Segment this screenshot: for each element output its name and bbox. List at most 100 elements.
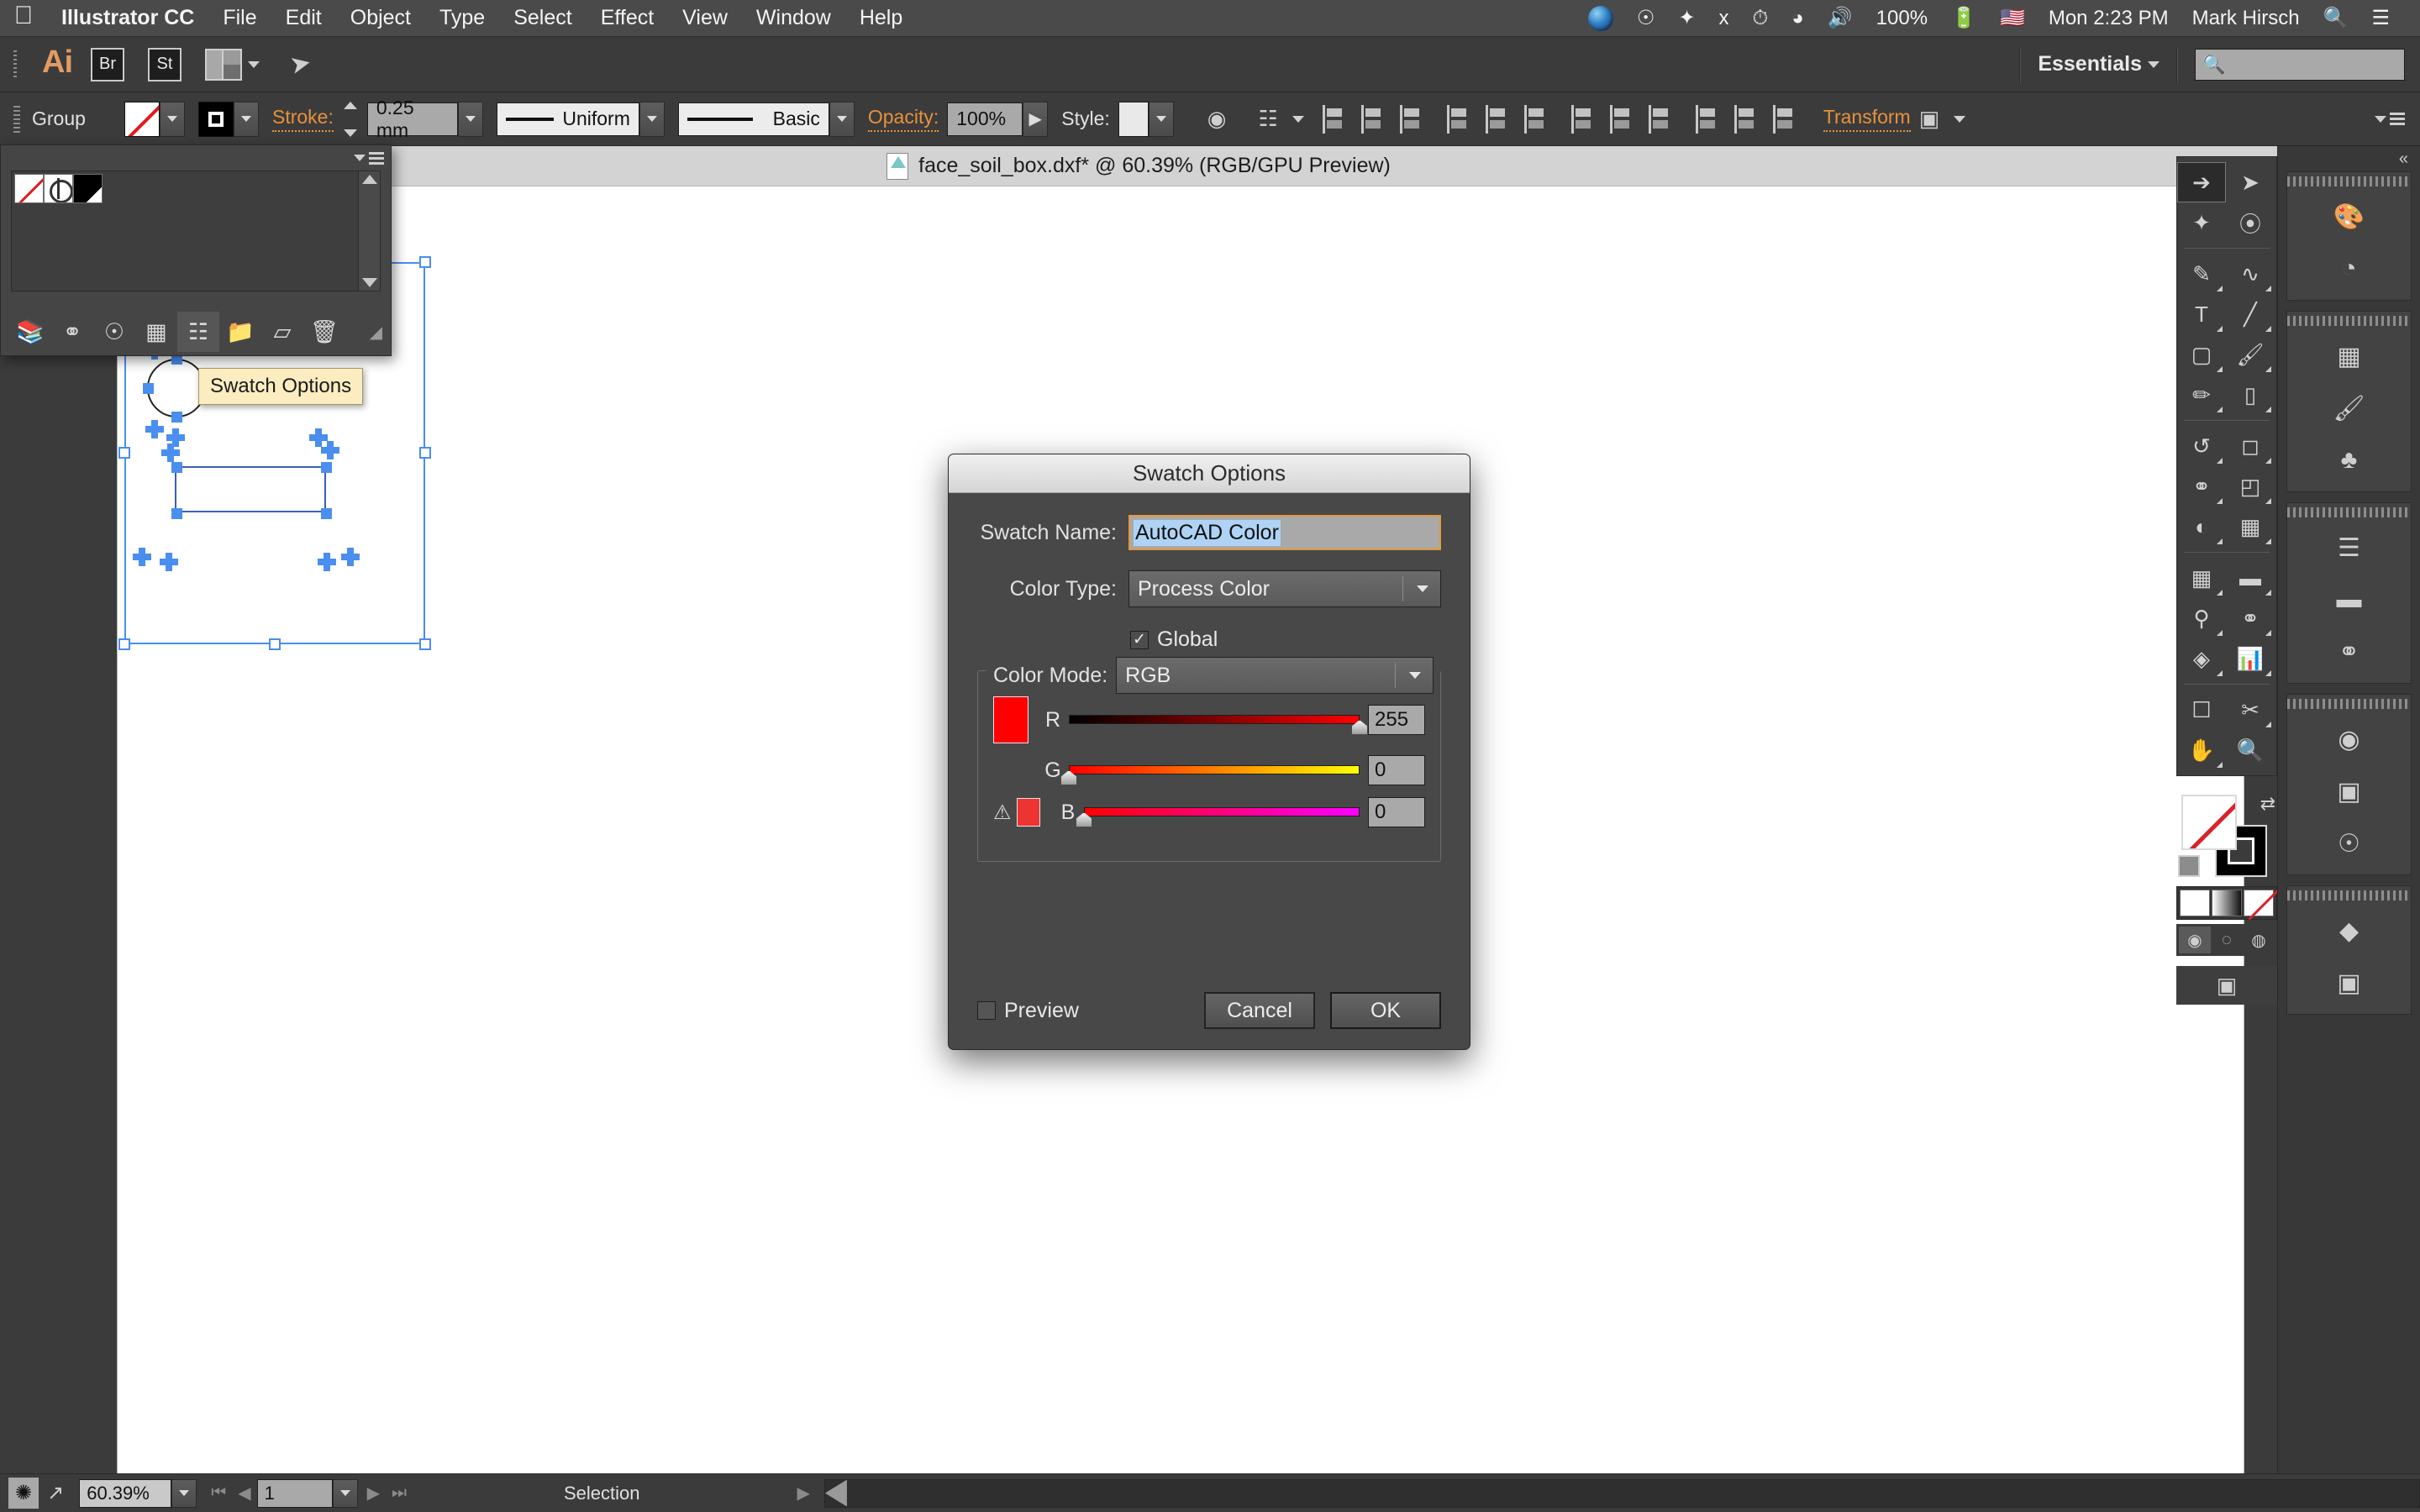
zoom-level-input[interactable]: 60.39% — [79, 1478, 172, 1508]
transparency-panel-icon[interactable]: ⚭ — [2287, 626, 2411, 678]
symbols-panel-icon[interactable]: ♣ — [2287, 434, 2411, 486]
stroke-weight-input[interactable]: 0.25 mm — [366, 97, 458, 141]
swatch-name-input[interactable]: AutoCAD Color — [1128, 515, 1441, 550]
brushes-panel-icon[interactable]: 🖌 — [2287, 382, 2411, 434]
layers-panel-icon[interactable]: ◆ — [2287, 905, 2411, 957]
stroke-weight-label[interactable]: Stroke: — [272, 106, 334, 132]
channel-value-g[interactable]: 0 — [1368, 755, 1425, 785]
isolate-selected-icon[interactable]: ☷ — [1249, 106, 1286, 132]
menu-item-object[interactable]: Object — [336, 6, 425, 30]
none-fill-mode[interactable] — [2244, 890, 2274, 916]
global-checkbox[interactable]: ✓ — [1130, 630, 1149, 649]
anchor-point[interactable] — [171, 462, 182, 473]
zoom-tool[interactable]: 🔍 — [2226, 730, 2275, 770]
pencil-tool[interactable]: ✏ — [2177, 375, 2226, 415]
shape-builder-tool[interactable]: ◐ — [2177, 507, 2226, 547]
swatches-grid[interactable] — [12, 171, 358, 291]
artboard-tool[interactable]: ☐ — [2177, 690, 2226, 730]
anchor-cross[interactable] — [321, 441, 339, 459]
selection-handle[interactable] — [269, 638, 281, 650]
align-bottom-icon[interactable] — [1523, 104, 1549, 134]
menu-item-select[interactable]: Select — [499, 6, 586, 30]
clock-label[interactable]: Mon 2:23 PM — [2037, 7, 2181, 30]
opacity-label[interactable]: Opacity: — [867, 106, 939, 132]
anchor-point[interactable] — [321, 508, 332, 519]
stroke-profile-dropdown-button[interactable] — [639, 101, 665, 137]
color-fill-mode[interactable] — [2180, 890, 2210, 916]
brush-definition-dropdown-button[interactable] — [829, 101, 855, 137]
volume-icon[interactable]: 🔊 — [1816, 6, 1865, 30]
next-page-icon[interactable]: ▶ — [361, 1483, 386, 1504]
menu-item-illustrator[interactable]: Illustrator CC — [47, 6, 208, 30]
anchor-point[interactable] — [171, 508, 182, 519]
new-swatch-button[interactable]: ▱ — [261, 312, 303, 352]
none-swatch[interactable] — [14, 174, 44, 203]
brush-definition-select[interactable]: Basic — [677, 102, 829, 136]
graphic-style-swatch[interactable] — [1118, 101, 1149, 137]
scale-tool[interactable]: ◻ — [2226, 426, 2275, 466]
stroke-panel-icon[interactable]: ☰ — [2287, 522, 2411, 574]
menu-item-type[interactable]: Type — [425, 6, 499, 30]
ok-button[interactable]: OK — [1330, 992, 1441, 1029]
creative-cloud-icon[interactable]: ☉ — [1625, 6, 1667, 30]
workspace-switcher[interactable]: Essentials — [2038, 52, 2142, 76]
isolate-chevron-icon[interactable] — [1292, 115, 1304, 123]
color-panel-icon[interactable]: 🎨 — [2287, 191, 2411, 243]
align-right-icon[interactable] — [1399, 104, 1425, 134]
panel-group-grip[interactable] — [2287, 172, 2411, 191]
pen-tool[interactable]: ✎ — [2177, 254, 2226, 294]
siri-icon[interactable] — [1576, 5, 1625, 31]
direct-selection-tool[interactable]: ➤ — [2226, 162, 2275, 202]
preflight-icon[interactable]: ✺ — [8, 1478, 39, 1509]
panel-group-grip[interactable] — [2287, 503, 2411, 522]
align-middle-vertical-icon[interactable] — [1485, 104, 1511, 134]
color-groups-button[interactable]: ⚭ — [51, 312, 93, 352]
slice-tool[interactable]: ✂ — [2226, 690, 2275, 730]
fill-color-swatch[interactable] — [124, 101, 160, 137]
preview-checkbox[interactable]: ✓ — [977, 1001, 996, 1020]
out-of-gamut-warning-icon[interactable]: ⚠ — [993, 801, 1012, 825]
last-page-icon[interactable]: ⏭ — [386, 1483, 413, 1503]
menu-item-help[interactable]: Help — [845, 6, 917, 30]
default-fill-stroke-icon[interactable] — [2178, 855, 2200, 877]
gradient-tool[interactable]: ▬ — [2226, 558, 2275, 598]
recolor-artwork-icon[interactable]: ◉ — [1199, 106, 1235, 132]
artboards-panel-icon[interactable]: ▣ — [2287, 957, 2411, 1009]
channel-value-b[interactable]: 0 — [1368, 797, 1425, 827]
anchor-cross[interactable] — [341, 548, 360, 566]
menu-item-window[interactable]: Window — [742, 6, 845, 30]
channel-value-r[interactable]: 255 — [1368, 705, 1425, 735]
mesh-tool[interactable]: ▦ — [2177, 558, 2226, 598]
selection-handle[interactable] — [118, 447, 130, 459]
page-dropdown-button[interactable] — [332, 1478, 358, 1508]
selection-handle[interactable] — [419, 256, 431, 268]
share-icon[interactable]: ↗ — [39, 1481, 72, 1505]
rectangle-shape[interactable] — [175, 466, 326, 512]
channel-slider-g[interactable] — [1060, 763, 1360, 785]
menu-item-effect[interactable]: Effect — [587, 6, 668, 30]
opacity-input[interactable]: 100% — [947, 102, 1023, 136]
menu-item-edit[interactable]: Edit — [271, 6, 336, 30]
rocket-icon[interactable]: ➤ — [287, 48, 314, 81]
align-top-icon[interactable] — [1446, 104, 1472, 134]
black-swatch[interactable] — [73, 174, 103, 203]
anchor-cross[interactable] — [145, 420, 164, 438]
global-row[interactable]: ✓ Global — [1130, 627, 1441, 652]
style-dropdown-button[interactable] — [1148, 101, 1174, 137]
selection-tool[interactable]: ➔ — [2177, 162, 2226, 202]
fill-indicator-swatch[interactable] — [2181, 795, 2237, 850]
prev-page-icon[interactable]: ◀ — [232, 1483, 256, 1504]
zoom-dropdown-button[interactable] — [171, 1478, 197, 1508]
swatches-scrollbar[interactable] — [358, 171, 380, 291]
fill-dropdown-button[interactable] — [160, 101, 185, 137]
distribute-top-icon[interactable] — [1570, 104, 1597, 134]
draw-normal-mode[interactable]: ◉ — [2179, 927, 2211, 953]
hand-tool[interactable]: ✋ — [2177, 730, 2226, 770]
cancel-button[interactable]: Cancel — [1204, 992, 1315, 1029]
anchor-cross[interactable] — [318, 553, 336, 571]
selection-handle[interactable] — [419, 447, 431, 459]
eyedropper-tool[interactable]: ⚲ — [2177, 598, 2226, 638]
bluetooth-icon[interactable]: x — [1707, 7, 1741, 30]
resize-grip-icon[interactable]: ◢ — [370, 322, 382, 343]
registration-swatch[interactable] — [44, 174, 73, 203]
